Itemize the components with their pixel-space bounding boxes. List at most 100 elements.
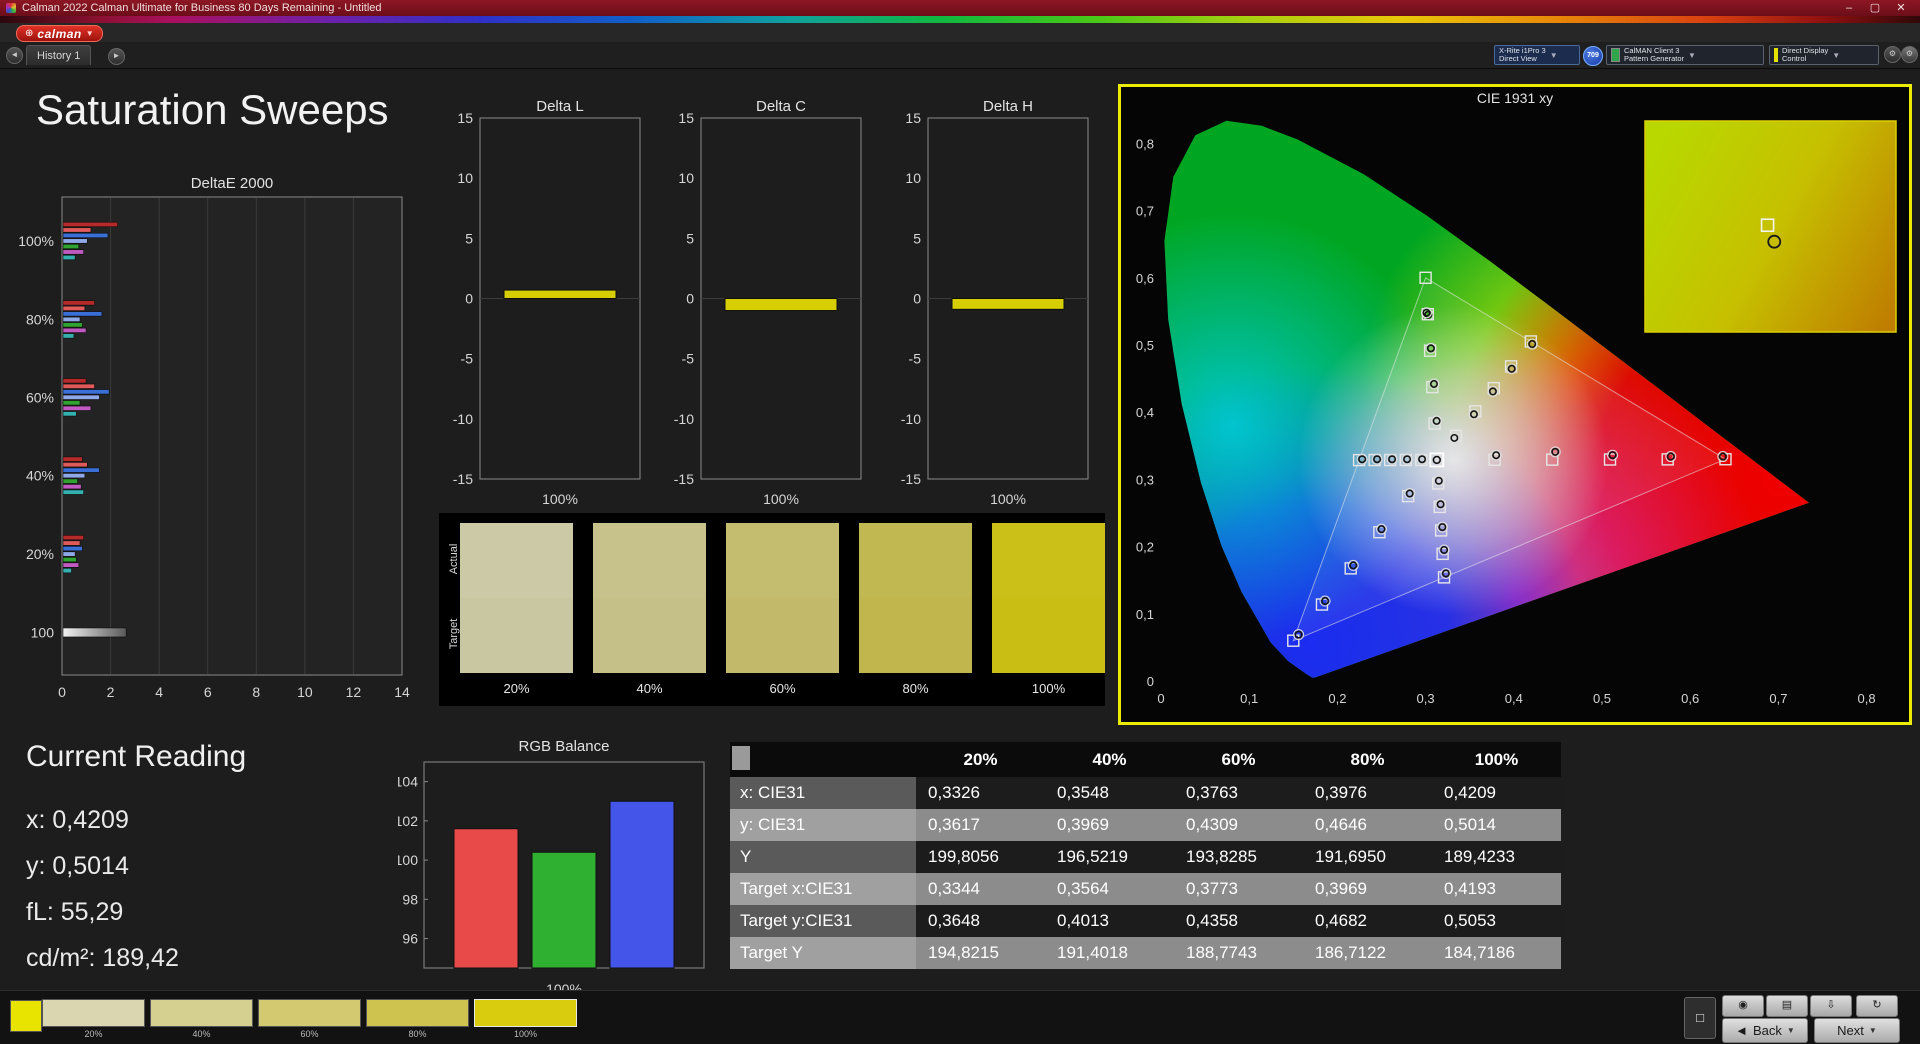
calman-logo-text: calman (37, 26, 82, 41)
calman-menu-button[interactable]: ⊕ calman ▼ (16, 25, 103, 42)
cie-zoom-inset (1644, 120, 1897, 333)
table-cell: 191,6950 (1303, 841, 1432, 873)
delta_h-bar (951, 298, 1065, 310)
row-label: Target y:CIE31 (730, 905, 916, 937)
current-reading-cdm2: cd/m²: 189,42 (26, 944, 179, 972)
tab-label: History 1 (37, 49, 81, 62)
target-swatch (992, 598, 1105, 673)
svg-text:Delta L: Delta L (536, 98, 584, 115)
svg-text:10: 10 (905, 170, 921, 186)
minimize-button[interactable]: – (1836, 0, 1862, 16)
table-cell: 0,3326 (916, 777, 1045, 809)
pattern-generator-dropdown[interactable]: CalMAN Client 3 Pattern Generator ▼ (1606, 45, 1764, 65)
row-label: x: CIE31 (730, 777, 916, 809)
settings-gear-icon[interactable]: ⚙ (1901, 46, 1918, 63)
meter-mode: Direct View (1499, 54, 1537, 63)
chevron-down-icon: ▼ (1688, 50, 1696, 60)
actual-swatch (859, 523, 972, 598)
deltae-bar (62, 405, 92, 411)
table-cell: 0,3617 (916, 809, 1045, 841)
deltae-bar (62, 467, 100, 473)
bottom-bar: 20% 40% 60% 80% 100% □ ◉ ▤ ⇩ ↻ ◄ Back ▼ Next… (0, 990, 1920, 1044)
table-cell: 0,5053 (1432, 905, 1561, 937)
capture-chart-icon[interactable]: ◉ (1722, 995, 1764, 1017)
colorspace-709-badge[interactable]: 709 (1583, 46, 1603, 66)
svg-text:100: 100 (31, 624, 55, 640)
table-cell: 0,4646 (1303, 809, 1432, 841)
back-button[interactable]: ◄ Back ▼ (1722, 1018, 1808, 1043)
current-reading-title: Current Reading (26, 740, 247, 773)
svg-text:0,2: 0,2 (1328, 691, 1346, 706)
datapoint-thumbnail-40%[interactable]: 40% (150, 999, 253, 1039)
meter-dropdown[interactable]: X-Rite i1Pro 3 Direct View ▼ (1494, 45, 1580, 65)
datapoint-thumbnail-100%[interactable]: 100% (474, 999, 577, 1039)
deltae-bar (62, 238, 88, 244)
export-icon[interactable]: ⇩ (1810, 995, 1852, 1017)
deltae-bar (62, 473, 86, 479)
report-icon[interactable]: ▤ (1766, 995, 1808, 1017)
table-row: Target x:CIE31 0,3344 0,3564 0,3773 0,3969 0,… (730, 873, 1561, 905)
row-label: Y (730, 841, 916, 873)
next-button[interactable]: Next ▼ (1814, 1018, 1900, 1043)
datapoint-thumbnail-20%[interactable]: 20% (42, 999, 145, 1039)
pattern-window-button[interactable]: □ (1684, 997, 1716, 1039)
table-cell: 189,4233 (1432, 841, 1561, 873)
current-patch-swatch (10, 1000, 42, 1032)
table-corner-cell (730, 742, 916, 777)
tab-history-1[interactable]: History 1 (26, 45, 92, 65)
refresh-icon[interactable]: ↻ (1856, 995, 1898, 1017)
deltae-bar (62, 311, 103, 317)
deltae-bar (62, 300, 95, 306)
close-button[interactable]: ✕ (1888, 0, 1914, 16)
table-cell: 193,8285 (1174, 841, 1303, 873)
svg-text:0,6: 0,6 (1136, 271, 1154, 286)
deltae-bar (62, 489, 84, 495)
maximize-button[interactable]: ▢ (1862, 0, 1888, 16)
row-label: y: CIE31 (730, 809, 916, 841)
table-cell: 194,8215 (916, 937, 1045, 969)
gear-icon[interactable]: ⚙ (1884, 46, 1901, 63)
svg-text:-10: -10 (674, 411, 694, 427)
table-cell: 0,3969 (1045, 809, 1174, 841)
chevron-left-icon: ◄ (1735, 1023, 1749, 1038)
delta-h-chart: Delta H 15 10 5 0 -5 -10 -15 100% (901, 98, 1089, 507)
next-label: Next (1837, 1023, 1864, 1038)
svg-text:-15: -15 (901, 471, 921, 487)
deltae-bar (62, 383, 95, 389)
table-cell: 0,4309 (1174, 809, 1303, 841)
swatch-20%: 20% (460, 523, 573, 696)
swatch-60%: 60% (726, 523, 839, 696)
delta-c-chart: Delta C 15 10 5 0 -5 -10 -15 100% (674, 98, 862, 507)
swatch-100%: 100% (992, 523, 1105, 696)
table-cell: 184,7186 (1432, 937, 1561, 969)
display-control-dropdown[interactable]: Direct Display Control ▼ (1769, 45, 1879, 65)
svg-text:80%: 80% (26, 311, 54, 327)
display-control-status-icon (1774, 48, 1778, 62)
swatch-80%: 80% (859, 523, 972, 696)
history-forward-button[interactable]: ► (108, 48, 125, 65)
history-back-button[interactable]: ◄ (6, 47, 23, 64)
deltae-bar (62, 400, 81, 406)
datapoint-thumbnail-60%[interactable]: 60% (258, 999, 361, 1039)
svg-text:104: 104 (398, 774, 418, 790)
deltae-bar (62, 243, 80, 250)
deltae-bar (62, 254, 76, 261)
svg-text:0,1: 0,1 (1136, 607, 1154, 622)
cie-1931-panel: CIE 1931 xy 0 0,1 0,2 0,3 0,4 0,5 0,6 0,7 0,8 0 0,1… (1118, 84, 1912, 725)
table-cell: 0,4682 (1303, 905, 1432, 937)
swatch-label: 40% (636, 681, 663, 696)
datapoint-thumbnail-80%[interactable]: 80% (366, 999, 469, 1039)
svg-text:100%: 100% (18, 233, 54, 249)
table-cell: 0,3763 (1174, 777, 1303, 809)
actual-swatch (992, 523, 1105, 598)
svg-text:0,5: 0,5 (1593, 691, 1611, 706)
swatch-label: 100% (1031, 681, 1066, 696)
current-reading-x: x: 0,4209 (26, 806, 129, 834)
table-cell: 0,4193 (1432, 873, 1561, 905)
deltae-bar (62, 568, 72, 574)
svg-text:15: 15 (905, 110, 921, 126)
swatch-label: 20% (503, 681, 530, 696)
target-row-label: Target (448, 618, 460, 650)
deltae-bar (62, 227, 92, 233)
window-titlebar: Calman 2022 Calman Ultimate for Business… (0, 0, 1920, 16)
